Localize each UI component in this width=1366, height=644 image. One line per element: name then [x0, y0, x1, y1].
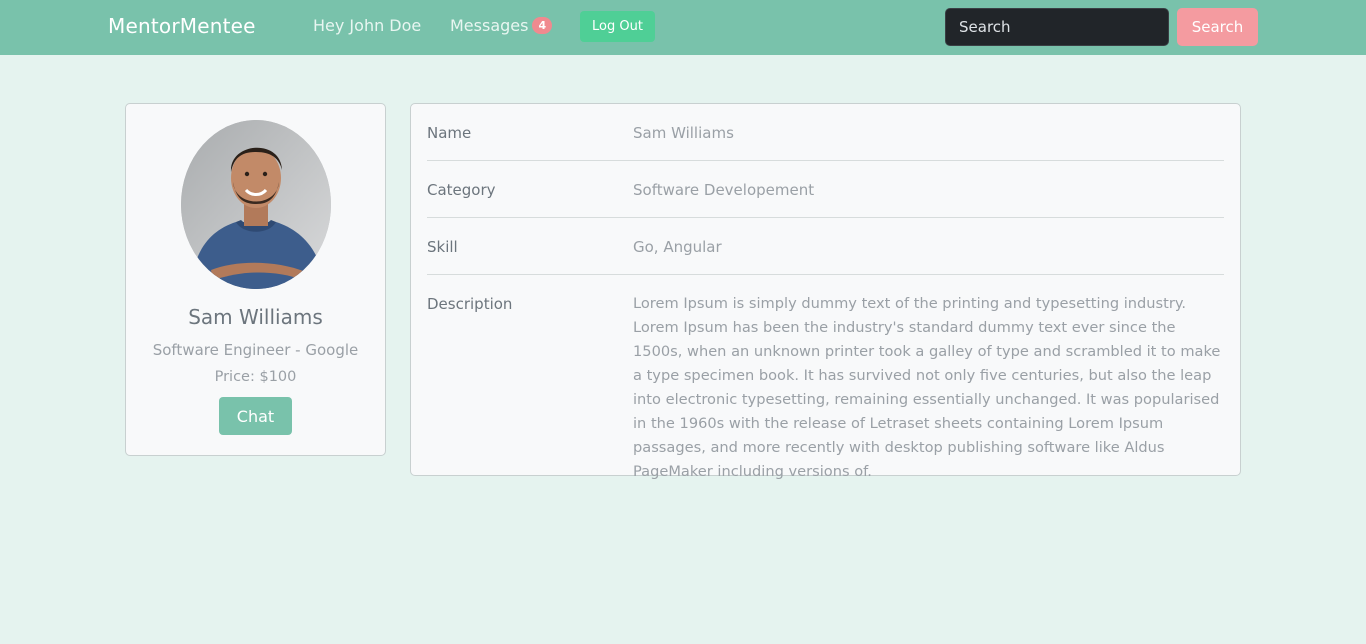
profile-name: Sam Williams — [188, 305, 323, 329]
brand-logo[interactable]: MentorMentee — [108, 14, 256, 38]
detail-label: Skill — [427, 238, 458, 256]
messages-link[interactable]: Messages 4 — [450, 16, 553, 35]
detail-label: Category — [427, 181, 496, 199]
detail-value: Software Developement — [633, 181, 815, 199]
details-card: Name Sam Williams Category Software Deve… — [410, 103, 1241, 480]
logout-button[interactable]: Log Out — [580, 11, 655, 42]
detail-row-description: Description Lorem Ipsum is simply dummy … — [427, 292, 1224, 480]
search-input[interactable] — [945, 8, 1169, 46]
profile-role: Software Engineer - Google — [152, 341, 359, 359]
detail-row-category: Category Software Developement — [427, 181, 1224, 218]
navbar: MentorMentee Hey John Doe Messages 4 Log … — [0, 0, 1366, 55]
chat-button[interactable]: Chat — [219, 397, 292, 435]
detail-value: Sam Williams — [633, 124, 734, 142]
detail-label: Description — [427, 295, 513, 313]
detail-value: Lorem Ipsum is simply dummy text of the … — [633, 295, 1221, 480]
profile-price: Price: $100 — [214, 369, 297, 385]
messages-count-badge: 4 — [532, 17, 553, 34]
avatar — [181, 120, 331, 289]
detail-value: Go, Angular — [633, 238, 722, 256]
greeting-link[interactable]: Hey John Doe — [313, 16, 421, 35]
avatar-photo — [181, 120, 331, 289]
messages-label: Messages — [450, 16, 529, 35]
search-button[interactable]: Search — [1177, 8, 1258, 46]
profile-card: Sam Williams Software Engineer - Google … — [125, 103, 386, 456]
detail-row-skill: Skill Go, Angular — [427, 238, 1224, 275]
detail-label: Name — [427, 124, 472, 142]
detail-row-name: Name Sam Williams — [427, 124, 1224, 161]
